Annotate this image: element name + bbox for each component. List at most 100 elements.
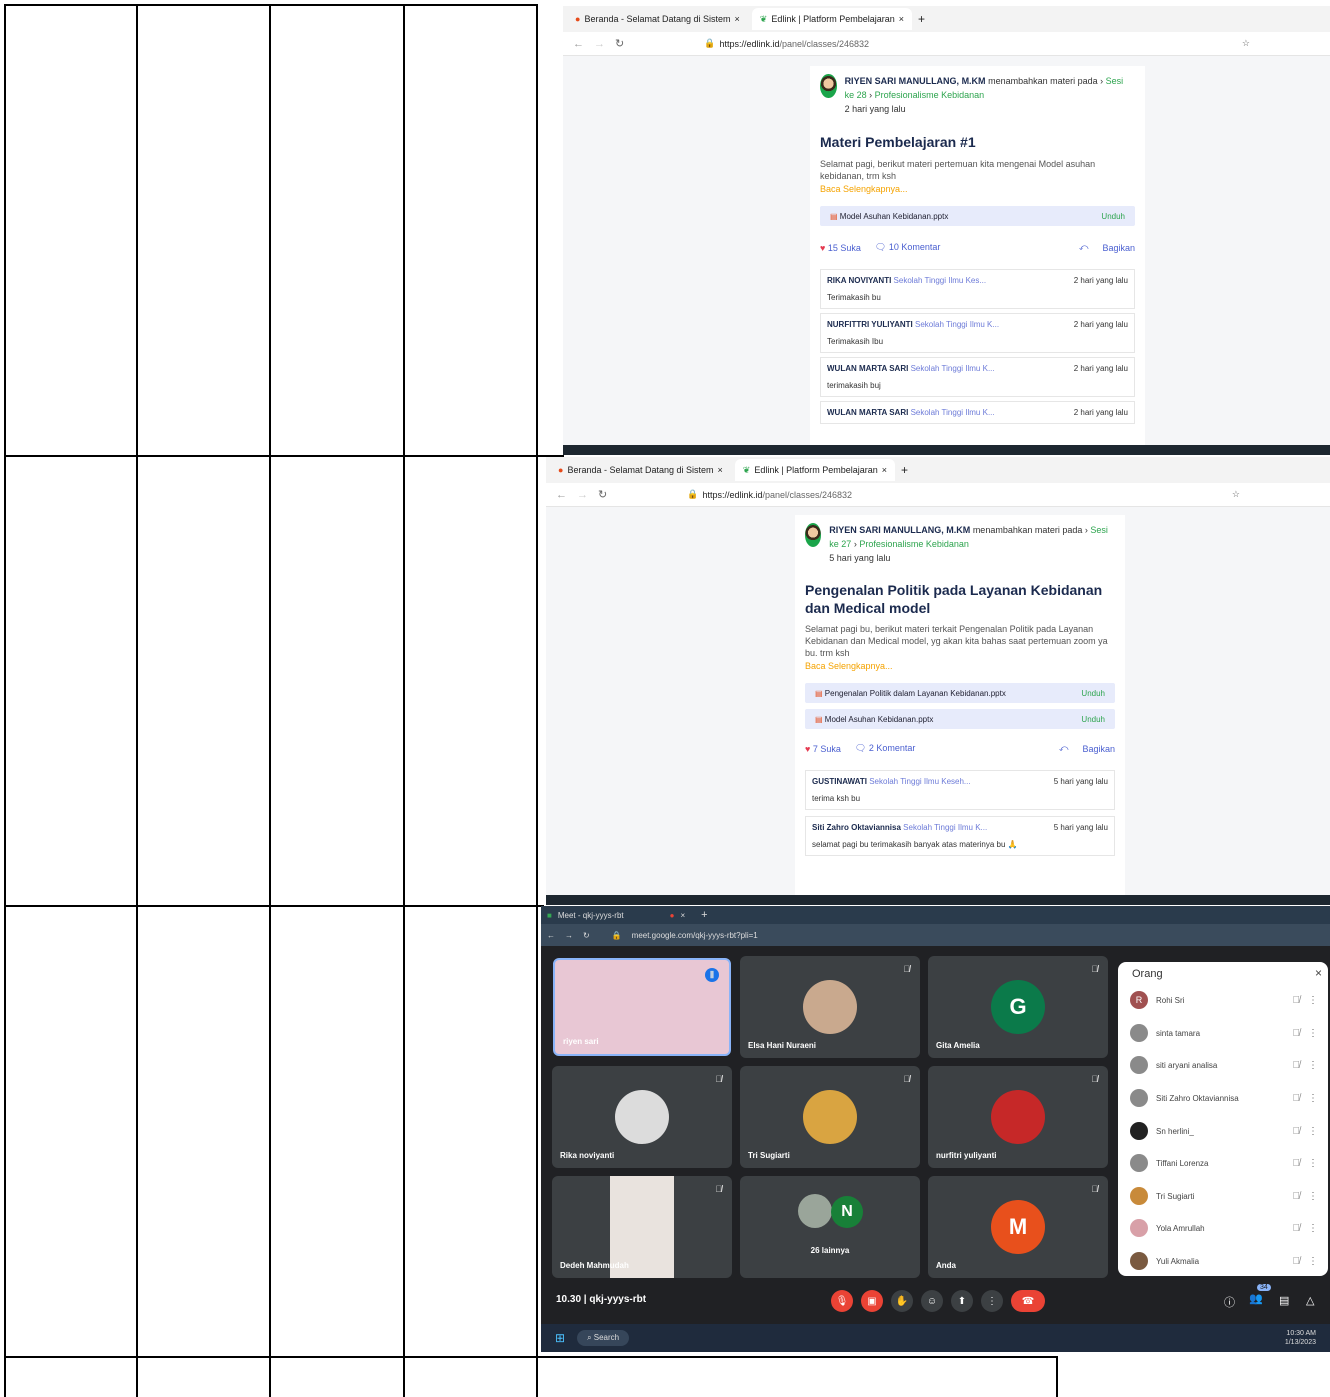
post-author[interactable]: RIYEN SARI MANULLANG, M.KM — [829, 525, 970, 535]
close-icon[interactable]: × — [899, 14, 904, 24]
participant-tile[interactable]: 🎙̸ nurfitri yuliyanti — [928, 1066, 1108, 1168]
person-name: Yuli Akmalia — [1156, 1256, 1200, 1266]
people-row[interactable]: siti aryani analisa 🎙̸ ⋮ — [1130, 1055, 1318, 1075]
share-button[interactable]: ⤺ Bagikan — [1059, 743, 1115, 754]
download-button[interactable]: Unduh — [1101, 212, 1125, 221]
refresh-icon[interactable]: ↻ — [615, 37, 624, 50]
url-field[interactable]: https://edlink.id/panel/classes/246832 — [702, 490, 852, 500]
refresh-icon[interactable]: ↻ — [583, 931, 590, 940]
url-field[interactable]: https://edlink.id/panel/classes/246832 — [719, 39, 869, 49]
comment-author[interactable]: WULAN MARTA SARI — [827, 408, 908, 417]
file-attachment[interactable]: ▤ Model Asuhan Kebidanan.pptx Unduh — [805, 709, 1115, 729]
person-name: Rohi Sri — [1156, 995, 1185, 1005]
participant-tile[interactable]: N 26 lainnya — [740, 1176, 920, 1278]
chat-icon[interactable]: ▤ — [1279, 1294, 1289, 1307]
people-row[interactable]: Tri Sugiarti 🎙̸ ⋮ — [1130, 1186, 1318, 1206]
people-row[interactable]: Yola Amrullah 🎙̸ ⋮ — [1130, 1218, 1318, 1238]
browser-tab[interactable]: ● Beranda - Selamat Datang di Sistem × — [567, 8, 748, 30]
participant-tile[interactable]: G 🎙̸ Gita Amelia — [928, 956, 1108, 1058]
present-button[interactable]: ⬆ — [951, 1290, 973, 1312]
participant-tile[interactable]: 🎙̸ Elsa Hani Nuraeni — [740, 956, 920, 1058]
people-row[interactable]: Yuli Akmalia 🎙̸ ⋮ — [1130, 1251, 1318, 1271]
leave-call-button[interactable]: ☎ — [1011, 1290, 1045, 1312]
read-more-link[interactable]: Baca Selengkapnya... — [805, 661, 1115, 671]
people-row[interactable]: Sn herlini_ 🎙̸ ⋮ — [1130, 1121, 1318, 1141]
file-attachment[interactable]: ▤ Pengenalan Politik dalam Layanan Kebid… — [805, 683, 1115, 703]
comment-author[interactable]: NURFITTRI YULIYANTI — [827, 320, 913, 329]
people-row[interactable]: Tiffani Lorenza 🎙̸ ⋮ — [1130, 1153, 1318, 1173]
comment-button[interactable]: 🗨 2 Komentar — [855, 743, 915, 754]
people-row[interactable]: Siti Zahro Oktaviannisa 🎙̸ ⋮ — [1130, 1088, 1318, 1108]
share-button[interactable]: ⤺ Bagikan — [1079, 242, 1135, 253]
back-icon[interactable]: ← — [547, 931, 555, 940]
camera-toggle-button[interactable]: ▣ — [861, 1290, 883, 1312]
emoji-button[interactable]: ☺ — [921, 1290, 943, 1312]
post-course[interactable]: Profesionalisme Kebidanan — [875, 90, 985, 100]
forward-icon[interactable]: → — [565, 931, 573, 940]
comment-button[interactable]: 🗨 10 Komentar — [875, 242, 940, 253]
forward-icon[interactable]: → — [594, 38, 605, 50]
activities-icon[interactable]: △ — [1306, 1294, 1314, 1307]
comment-author[interactable]: RIKA NOVIYANTI — [827, 276, 891, 285]
browser-tab[interactable]: ● Beranda - Selamat Datang di Sistem × — [550, 459, 731, 481]
participant-tile[interactable]: riyen sari ⦀ — [553, 958, 731, 1056]
mic-toggle-button[interactable]: 🎙 — [831, 1290, 853, 1312]
post-course[interactable]: Profesionalisme Kebidanan — [859, 539, 969, 549]
close-icon[interactable]: × — [1315, 966, 1322, 980]
participant-tile[interactable]: 🎙̸ Rika noviyanti — [552, 1066, 732, 1168]
file-attachment[interactable]: ▤ Model Asuhan Kebidanan.pptx Unduh — [820, 206, 1135, 226]
refresh-icon[interactable]: ↻ — [598, 488, 607, 501]
back-icon[interactable]: ← — [573, 38, 584, 50]
more-options-button[interactable]: ⋮ — [981, 1290, 1003, 1312]
read-more-link[interactable]: Baca Selengkapnya... — [820, 184, 1135, 194]
more-icon[interactable]: ⋮ — [1308, 1158, 1318, 1169]
close-icon[interactable]: × — [735, 14, 740, 24]
comment-time: 2 hari yang lalu — [1073, 320, 1128, 329]
browser-tab-active[interactable]: ❦ Edlink | Platform Pembelajaran × — [751, 8, 912, 30]
post-author[interactable]: RIYEN SARI MANULLANG, M.KM — [845, 76, 986, 86]
comment-text: Terimakasih bu — [827, 293, 881, 302]
tab-title[interactable]: Meet - qkj-yyys-rbt — [558, 911, 624, 920]
more-icon[interactable]: ⋮ — [1308, 995, 1318, 1006]
info-icon[interactable]: ⓘ — [1224, 1294, 1235, 1310]
new-tab-icon[interactable]: + — [701, 909, 707, 921]
participant-tile[interactable]: 🎙̸ Tri Sugiarti — [740, 1066, 920, 1168]
like-button[interactable]: ♥ 15 Suka — [820, 243, 861, 253]
mic-off-icon: 🎙̸ — [1292, 1190, 1301, 1202]
more-icon[interactable]: ⋮ — [1308, 1126, 1318, 1137]
close-icon[interactable]: × — [882, 465, 887, 475]
like-button[interactable]: ♥ 7 Suka — [805, 744, 841, 754]
star-icon[interactable]: ☆ — [1242, 38, 1250, 49]
people-panel: Orang × R Rohi Sri 🎙̸ ⋮ sinta tamara 🎙̸ ⋮ sit… — [1118, 962, 1328, 1276]
download-button[interactable]: Unduh — [1081, 715, 1105, 724]
more-icon[interactable]: ⋮ — [1308, 1191, 1318, 1202]
back-icon[interactable]: ← — [556, 489, 567, 501]
more-icon[interactable]: ⋮ — [1308, 1028, 1318, 1039]
pptx-icon: ▤ — [815, 714, 823, 724]
more-icon[interactable]: ⋮ — [1308, 1256, 1318, 1267]
star-icon[interactable]: ☆ — [1232, 489, 1240, 500]
more-icon[interactable]: ⋮ — [1308, 1093, 1318, 1104]
forward-icon[interactable]: → — [577, 489, 588, 501]
taskbar-search[interactable]: ⌕ Search — [577, 1330, 630, 1346]
people-icon[interactable]: 👥 — [1249, 1292, 1263, 1305]
download-button[interactable]: Unduh — [1081, 689, 1105, 698]
more-icon[interactable]: ⋮ — [1308, 1223, 1318, 1234]
people-row[interactable]: sinta tamara 🎙̸ ⋮ — [1130, 1023, 1318, 1043]
browser-tab-active[interactable]: ❦ Edlink | Platform Pembelajaran × — [734, 459, 895, 481]
people-row[interactable]: R Rohi Sri 🎙̸ ⋮ — [1130, 990, 1318, 1010]
new-tab-icon[interactable]: + — [918, 12, 925, 26]
url-field[interactable]: meet.google.com/qkj-yyys-rbt?pli=1 — [632, 931, 758, 940]
more-icon[interactable]: ⋮ — [1308, 1060, 1318, 1071]
comment-author[interactable]: WULAN MARTA SARI — [827, 364, 908, 373]
participant-name: Rika noviyanti — [560, 1151, 615, 1160]
participant-tile[interactable]: 🎙̸ Dedeh Mahmudah — [552, 1176, 732, 1278]
close-icon[interactable]: × — [718, 465, 723, 475]
raise-hand-button[interactable]: ✋ — [891, 1290, 913, 1312]
comment-author[interactable]: GUSTINAWATI — [812, 777, 867, 786]
new-tab-icon[interactable]: + — [901, 463, 908, 477]
comment-author[interactable]: Siti Zahro Oktaviannisa — [812, 823, 901, 832]
close-icon[interactable]: × — [680, 911, 685, 920]
start-icon[interactable]: ⊞ — [555, 1331, 565, 1345]
participant-tile[interactable]: M 🎙̸ Anda — [928, 1176, 1108, 1278]
